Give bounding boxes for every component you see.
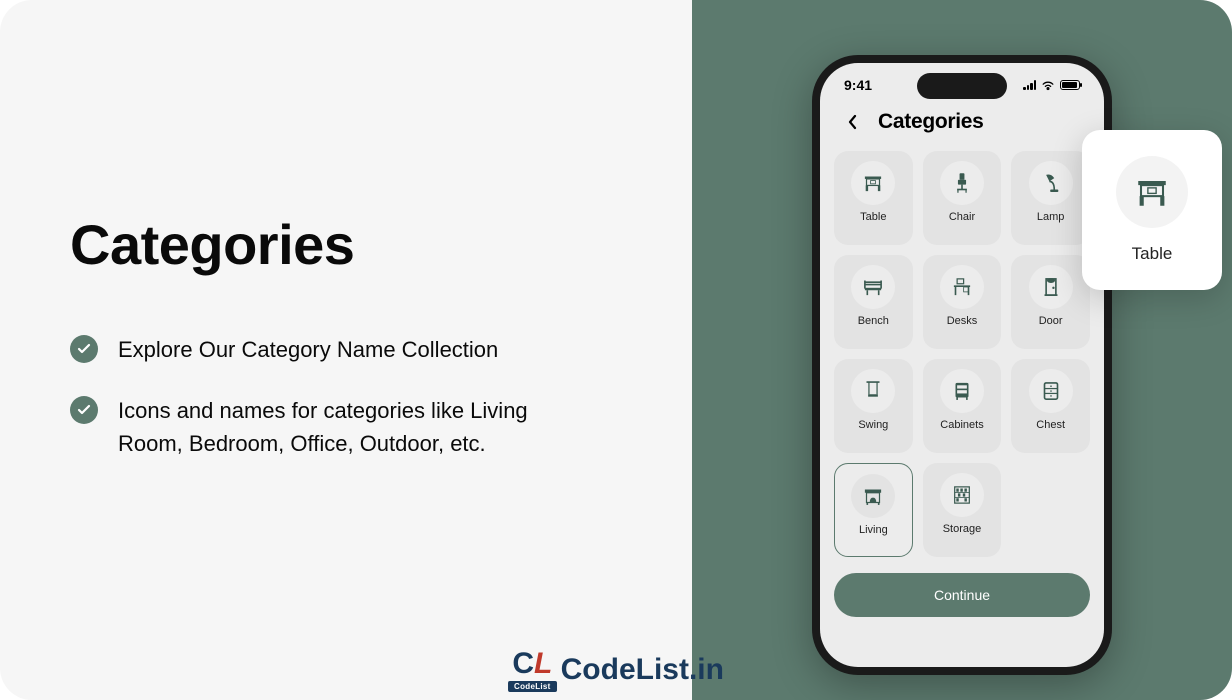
category-label: Cabinets xyxy=(940,419,983,431)
table-icon xyxy=(1116,156,1188,228)
category-label: Desks xyxy=(947,315,978,327)
category-tile-living[interactable]: Living xyxy=(834,463,913,557)
category-label: Storage xyxy=(943,523,982,535)
cabinets-icon xyxy=(940,369,984,413)
category-popup: Table xyxy=(1082,130,1222,290)
watermark-text: CodeList.in xyxy=(561,653,724,687)
check-icon xyxy=(70,335,98,363)
category-label: Bench xyxy=(858,315,889,327)
feature-item: Explore Our Category Name Collection xyxy=(70,333,632,366)
living-icon xyxy=(851,474,895,518)
category-label: Door xyxy=(1039,315,1063,327)
popup-label: Table xyxy=(1132,244,1173,264)
desks-icon xyxy=(940,265,984,309)
back-button[interactable] xyxy=(838,107,868,137)
table-icon xyxy=(851,161,895,205)
category-label: Chest xyxy=(1036,419,1065,431)
preview-panel: 9:41 Categories Table xyxy=(692,0,1232,700)
storage-icon xyxy=(940,473,984,517)
chair-icon xyxy=(940,161,984,205)
signal-icon xyxy=(1023,80,1036,90)
category-label: Lamp xyxy=(1037,211,1065,223)
phone-mockup: 9:41 Categories Table xyxy=(812,55,1112,675)
feature-text: Icons and names for categories like Livi… xyxy=(118,394,558,460)
chest-icon xyxy=(1029,369,1073,413)
screen-header: Categories xyxy=(820,99,1104,151)
category-label: Swing xyxy=(858,419,888,431)
category-tile-storage[interactable]: Storage xyxy=(923,463,1002,557)
category-tile-door[interactable]: Door xyxy=(1011,255,1090,349)
continue-button[interactable]: Continue xyxy=(834,573,1090,617)
bench-icon xyxy=(851,265,895,309)
category-tile-swing[interactable]: Swing xyxy=(834,359,913,453)
info-panel: Categories Explore Our Category Name Col… xyxy=(0,0,692,700)
category-tile-cabinets[interactable]: Cabinets xyxy=(923,359,1002,453)
page-title: Categories xyxy=(70,212,632,277)
status-time: 9:41 xyxy=(844,77,872,93)
swing-icon xyxy=(851,369,895,413)
category-label: Chair xyxy=(949,211,975,223)
door-icon xyxy=(1029,265,1073,309)
feature-item: Icons and names for categories like Livi… xyxy=(70,394,632,460)
category-tile-table[interactable]: Table xyxy=(834,151,913,245)
lamp-icon xyxy=(1029,161,1073,205)
category-grid: Table Chair Lamp Bench Desks Door Swing … xyxy=(820,151,1104,557)
category-tile-bench[interactable]: Bench xyxy=(834,255,913,349)
category-tile-chair[interactable]: Chair xyxy=(923,151,1002,245)
feature-text: Explore Our Category Name Collection xyxy=(118,333,498,366)
battery-icon xyxy=(1060,80,1080,90)
screen-title: Categories xyxy=(878,110,984,134)
category-label: Table xyxy=(860,211,886,223)
watermark: CL CodeList CodeList.in xyxy=(508,647,724,692)
category-tile-lamp[interactable]: Lamp xyxy=(1011,151,1090,245)
category-tile-desks[interactable]: Desks xyxy=(923,255,1002,349)
category-tile-chest[interactable]: Chest xyxy=(1011,359,1090,453)
phone-notch xyxy=(917,73,1007,99)
category-label: Living xyxy=(859,524,888,536)
check-icon xyxy=(70,396,98,424)
wifi-icon xyxy=(1041,80,1055,91)
